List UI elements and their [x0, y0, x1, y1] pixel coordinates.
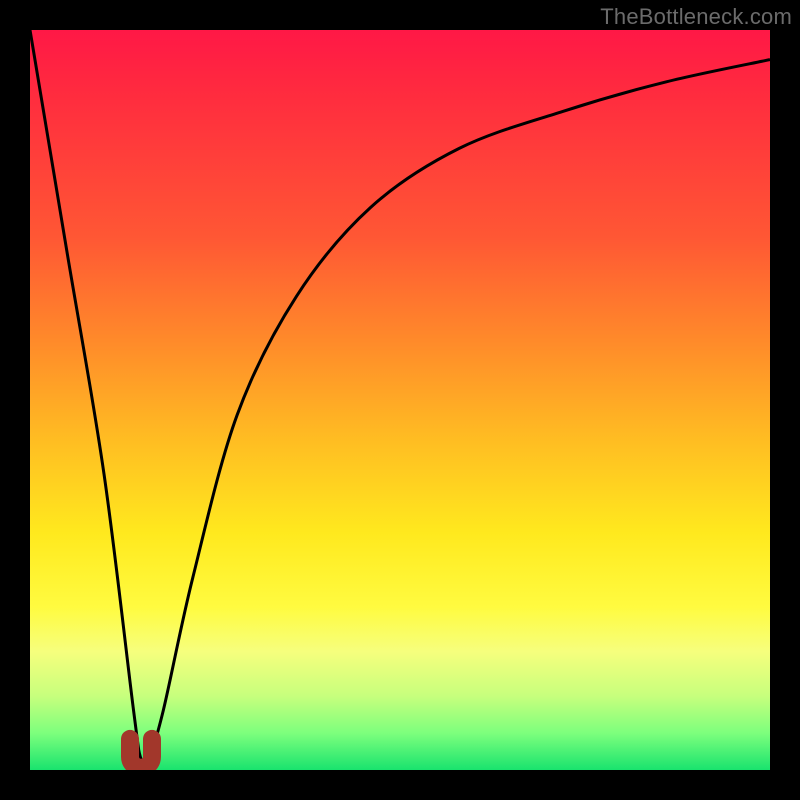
- chart-frame: TheBottleneck.com: [0, 0, 800, 800]
- curve-layer: [30, 30, 770, 770]
- plot-area: [30, 30, 770, 770]
- bottleneck-curve-path: [30, 30, 770, 765]
- watermark-text: TheBottleneck.com: [600, 4, 792, 30]
